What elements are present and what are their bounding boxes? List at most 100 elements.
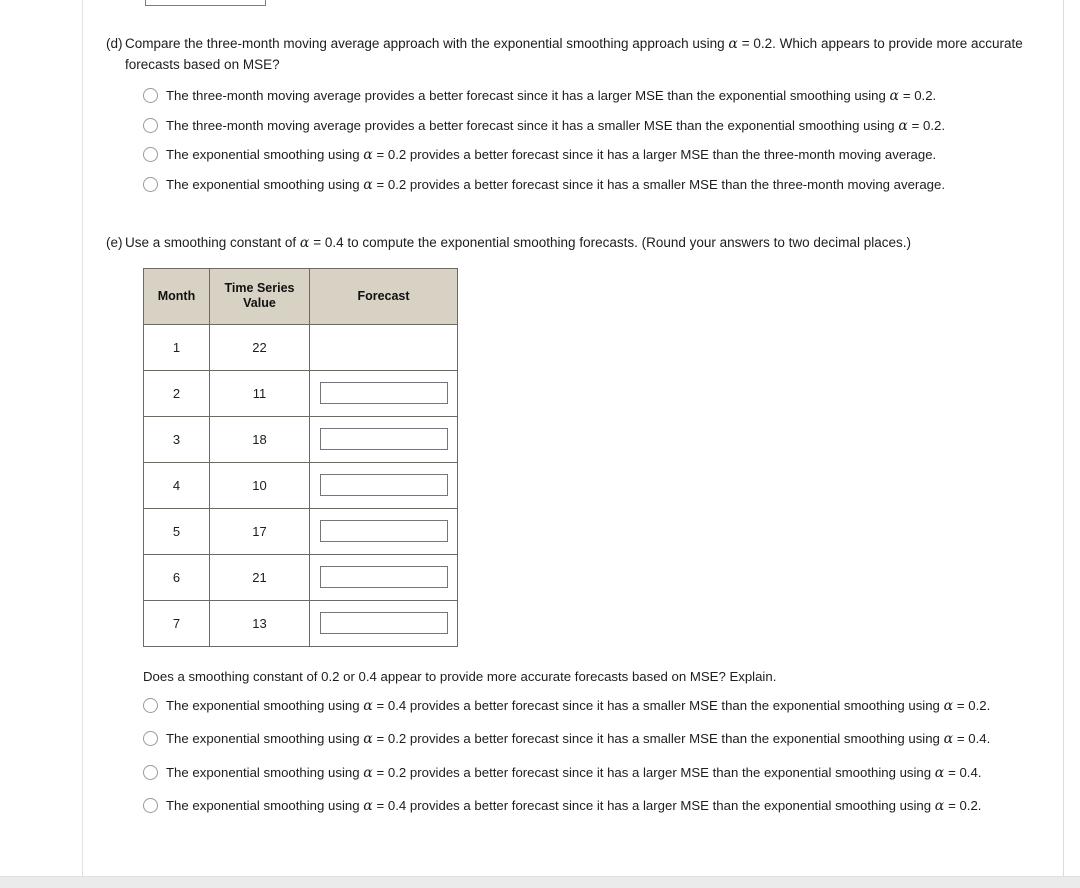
cell-forecast	[309, 369, 458, 417]
option-d-4-label[interactable]: The exponential smoothing using α = 0.2 …	[166, 175, 945, 196]
question-d-options: The three-month moving average provides …	[143, 86, 1063, 195]
alpha-icon: α	[363, 147, 373, 163]
content-frame-right-rule	[1063, 0, 1064, 878]
option-d-2-label[interactable]: The three-month moving average provides …	[166, 116, 945, 137]
alpha-icon: α	[363, 798, 373, 814]
alpha-icon: α	[728, 36, 739, 52]
alpha-icon: α	[934, 764, 945, 781]
question-e-options: The exponential smoothing using α = 0.4 …	[143, 696, 1063, 817]
radio-button-d-2[interactable]	[143, 117, 158, 133]
forecast-input-month-7[interactable]	[319, 612, 448, 634]
option-e-3[interactable]: The exponential smoothing using α = 0.2 …	[143, 763, 1063, 784]
option-e-2-text-after: = 0.4.	[953, 731, 991, 746]
alpha-icon: α	[363, 176, 373, 193]
forecast-input-month-4[interactable]	[319, 474, 448, 496]
cell-month: 6	[143, 553, 210, 601]
radio-button-e-1[interactable]	[143, 697, 158, 713]
forecast-input-month-2[interactable]	[319, 382, 448, 404]
forecast-input-month-6[interactable]	[319, 566, 448, 588]
forecast-input-month-5[interactable]	[319, 520, 448, 542]
cell-forecast	[309, 507, 458, 555]
cell-time-series-value: 13	[209, 599, 310, 647]
cell-forecast-empty	[309, 323, 458, 371]
option-e-4-label[interactable]: The exponential smoothing using α = 0.4 …	[166, 796, 981, 817]
option-e-2[interactable]: The exponential smoothing using α = 0.2 …	[143, 729, 1063, 750]
option-e-2-text-mid: = 0.2 provides a better forecast since i…	[372, 731, 944, 746]
option-d-2-text-before: The three-month moving average provides …	[166, 117, 899, 133]
question-content: (d) Compare the three-month moving avera…	[83, 0, 1063, 830]
option-e-2-text-before: The exponential smoothing using	[166, 731, 364, 746]
cell-forecast	[309, 461, 458, 509]
cell-time-series-value: 10	[209, 461, 310, 509]
cell-month: 1	[143, 323, 210, 371]
option-d-2[interactable]: The three-month moving average provides …	[143, 116, 1063, 137]
column-header-forecast: Forecast	[309, 267, 458, 325]
forecast-input-month-3[interactable]	[319, 428, 448, 450]
radio-button-e-2[interactable]	[143, 731, 158, 746]
option-e-3-text-mid: = 0.2 provides a better forecast since i…	[372, 764, 935, 780]
table-row: 2 11	[143, 369, 458, 417]
cell-time-series-value: 22	[209, 323, 310, 371]
question-e-prompt: Use a smoothing constant of α = 0.4 to c…	[125, 233, 911, 254]
cell-time-series-value: 21	[209, 553, 310, 601]
option-e-1[interactable]: The exponential smoothing using α = 0.4 …	[143, 696, 1063, 717]
table-row: 1 22	[143, 323, 458, 371]
cell-forecast	[309, 599, 458, 647]
question-d-label: (d)	[106, 36, 123, 51]
option-d-3[interactable]: The exponential smoothing using α = 0.2 …	[143, 145, 1063, 166]
option-d-4[interactable]: The exponential smoothing using α = 0.2 …	[143, 175, 1063, 196]
cell-month: 7	[143, 599, 210, 647]
cell-time-series-value: 17	[209, 507, 310, 555]
option-e-1-text-before: The exponential smoothing using	[166, 697, 364, 713]
table-row: 3 18	[143, 415, 458, 463]
option-d-1-text-before: The three-month moving average provides …	[166, 88, 890, 103]
option-d-1[interactable]: The three-month moving average provides …	[143, 86, 1063, 107]
alpha-icon: α	[943, 731, 954, 747]
cell-time-series-value: 11	[209, 369, 310, 417]
cell-forecast	[309, 415, 458, 463]
alpha-icon: α	[889, 88, 900, 104]
cell-month: 3	[143, 415, 210, 463]
radio-button-d-3[interactable]	[143, 147, 158, 162]
cell-month: 4	[143, 461, 210, 509]
forecast-table-body: 1 22 2 11 3 18 4 10 5 17 6 21 7 13	[143, 323, 458, 647]
option-e-1-label[interactable]: The exponential smoothing using α = 0.4 …	[166, 696, 990, 717]
alpha-icon: α	[898, 117, 908, 134]
question-e: (e) Use a smoothing constant of α = 0.4 …	[83, 233, 1063, 817]
question-e-subquestion: Does a smoothing constant of 0.2 or 0.4 …	[143, 668, 777, 684]
alpha-icon: α	[934, 798, 945, 814]
cell-month: 2	[143, 369, 210, 417]
page-root: (d) Compare the three-month moving avera…	[0, 0, 1080, 888]
option-e-1-text-after: = 0.2.	[953, 697, 991, 713]
option-d-3-label[interactable]: The exponential smoothing using α = 0.2 …	[166, 145, 936, 166]
option-e-3-label[interactable]: The exponential smoothing using α = 0.2 …	[166, 763, 981, 784]
radio-button-d-4[interactable]	[143, 176, 158, 192]
option-d-3-text-before: The exponential smoothing using	[166, 147, 364, 162]
page-bottom-strip	[0, 876, 1080, 888]
question-e-prompt-part1: Use a smoothing constant of	[125, 235, 300, 250]
forecast-table: Month Time Series Value Forecast 1 22 2 …	[143, 267, 458, 647]
forecast-table-head: Month Time Series Value Forecast	[143, 267, 458, 325]
table-row: 5 17	[143, 507, 458, 555]
option-d-1-text-after: = 0.2.	[899, 88, 937, 103]
column-header-time-series-value: Time Series Value	[209, 267, 310, 325]
radio-button-e-3[interactable]	[143, 764, 158, 780]
option-e-3-text-before: The exponential smoothing using	[166, 764, 364, 780]
option-d-4-text-after: = 0.2 provides a better forecast since i…	[372, 176, 945, 192]
question-e-prompt-part2: = 0.4 to compute the exponential smoothi…	[309, 235, 911, 250]
option-e-4-text-after: = 0.2.	[944, 798, 982, 813]
option-e-2-label[interactable]: The exponential smoothing using α = 0.2 …	[166, 729, 990, 750]
option-e-4-text-before: The exponential smoothing using	[166, 798, 364, 813]
option-d-2-text-after: = 0.2.	[907, 117, 945, 133]
option-e-4[interactable]: The exponential smoothing using α = 0.4 …	[143, 796, 1063, 817]
question-d-prompt-part1: Compare the three-month moving average a…	[125, 36, 729, 51]
table-row: 7 13	[143, 599, 458, 647]
radio-button-e-4[interactable]	[143, 798, 158, 813]
alpha-icon: α	[943, 697, 954, 714]
radio-button-d-1[interactable]	[143, 88, 158, 103]
table-row: 4 10	[143, 461, 458, 509]
alpha-icon: α	[363, 764, 373, 781]
option-d-1-label[interactable]: The three-month moving average provides …	[166, 86, 936, 107]
table-row: 6 21	[143, 553, 458, 601]
column-header-month: Month	[143, 267, 210, 325]
